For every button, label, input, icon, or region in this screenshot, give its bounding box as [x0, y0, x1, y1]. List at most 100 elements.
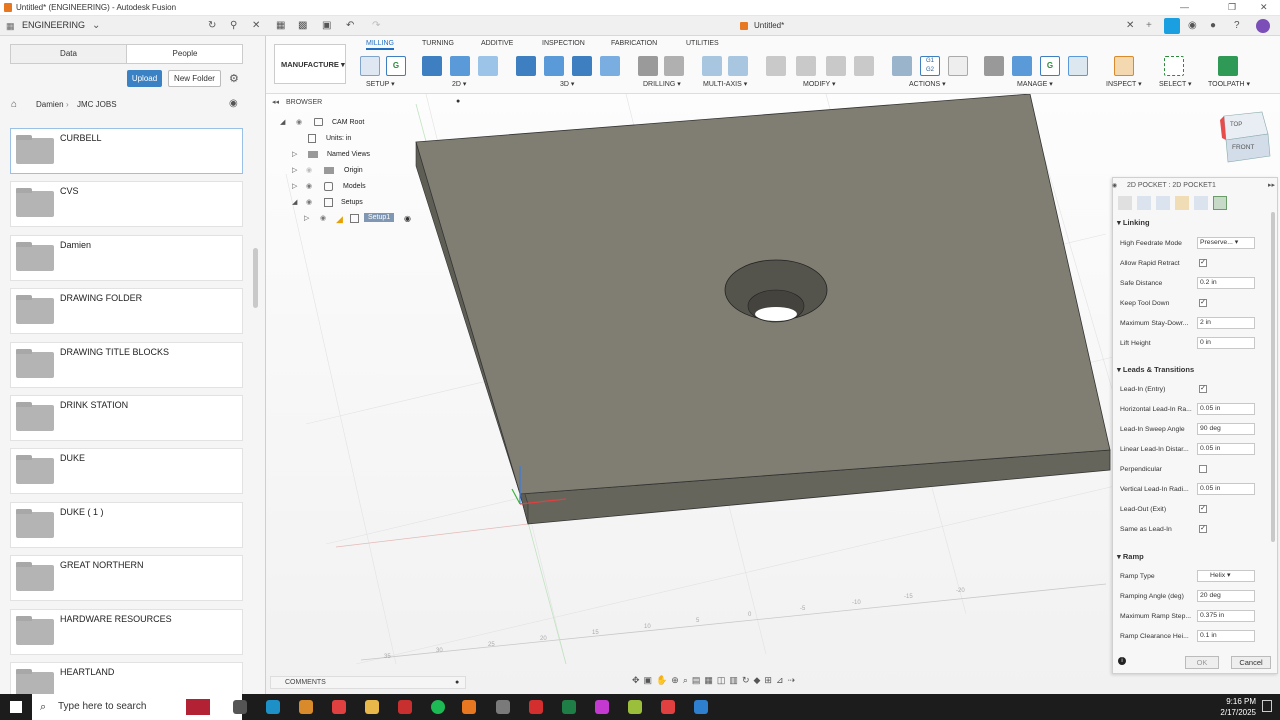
help-icon[interactable]: ? — [1234, 20, 1240, 31]
expand-toggle-icon[interactable]: ◢ — [280, 118, 285, 126]
tab-turning[interactable]: TURNING — [422, 40, 454, 47]
file-explorer-icon[interactable] — [365, 700, 379, 714]
group-2d[interactable]: 2D ▾ — [452, 80, 466, 88]
gear-icon[interactable]: ⚙ — [229, 72, 239, 85]
expand-toggle-icon[interactable]: ▷ — [292, 182, 297, 190]
section-icon[interactable]: ▥ — [729, 675, 742, 685]
app-icon[interactable] — [398, 700, 412, 714]
close-panel-icon[interactable]: ✕ — [252, 20, 260, 31]
section-linking[interactable]: ▾ Linking — [1117, 218, 1150, 227]
post-process-icon[interactable]: G1 G2 — [920, 56, 940, 76]
folder-list-scrollbar[interactable] — [253, 248, 258, 308]
expand-toggle-icon[interactable]: ◢ — [292, 198, 297, 206]
group-3d[interactable]: 3D ▾ — [560, 80, 574, 88]
section-leads-transitions[interactable]: ▾ Leads & Transitions — [1117, 365, 1194, 374]
save-icon[interactable]: ▣ — [322, 20, 331, 31]
close-icon[interactable]: ✕ — [1260, 2, 1268, 13]
adaptive-2d-icon[interactable] — [450, 56, 470, 76]
folder-item[interactable]: DRAWING TITLE BLOCKS — [10, 341, 243, 388]
folder-item[interactable]: CURBELL — [10, 128, 243, 174]
expand-toggle-icon[interactable]: ▷ — [292, 166, 297, 174]
close-tab-icon[interactable]: ✕ — [1126, 20, 1134, 31]
hole-recognition-icon[interactable] — [664, 56, 684, 76]
tab-inspection[interactable]: INSPECTION — [542, 40, 585, 47]
home-icon[interactable]: ⌂ — [11, 99, 17, 110]
acrobat-icon[interactable] — [529, 700, 543, 714]
group-drilling[interactable]: DRILLING ▾ — [643, 80, 681, 88]
section-ramp[interactable]: ▾ Ramp — [1117, 552, 1144, 561]
redo-icon[interactable]: ↷ — [372, 20, 380, 31]
machine-library-icon[interactable] — [1012, 56, 1032, 76]
allow-rapid-retract-checkbox[interactable]: ✓ — [1199, 259, 1207, 267]
toolpath-display-icon[interactable]: ⇢ — [788, 675, 800, 685]
visibility-icon[interactable]: ◉ — [306, 166, 312, 174]
vertical-lead-in-radius-input[interactable]: 0.05 in — [1197, 483, 1255, 495]
linear-lead-in-distance-input[interactable]: 0.05 in — [1197, 443, 1255, 455]
system-clock[interactable]: 9:16 PM 2/17/2025 — [1220, 696, 1256, 718]
group-multi-axis[interactable]: MULTI-AXIS ▾ — [703, 80, 747, 88]
setup-sheet-icon[interactable] — [948, 56, 968, 76]
document-tab[interactable]: Untitled* — [754, 21, 784, 30]
folder-item[interactable]: DRAWING FOLDER — [10, 288, 243, 335]
apps-grid-icon[interactable]: ▦ — [276, 20, 285, 31]
perpendicular-checkbox[interactable] — [1199, 465, 1207, 473]
folder-item[interactable]: GREAT NORTHERN — [10, 555, 243, 602]
lead-in-checkbox[interactable]: ✓ — [1199, 385, 1207, 393]
dialog-scrollbar[interactable] — [1271, 212, 1275, 542]
folder-item[interactable]: HEARTLAND — [10, 661, 243, 694]
visibility-icon[interactable]: ◉ — [320, 214, 326, 222]
group-inspect[interactable]: INSPECT ▾ — [1106, 80, 1142, 88]
move-icon[interactable] — [854, 56, 874, 76]
app-icon[interactable] — [694, 700, 708, 714]
app-icon[interactable] — [628, 700, 642, 714]
excel-icon[interactable] — [562, 700, 576, 714]
collapse-icon[interactable]: ◂◂ — [272, 98, 279, 106]
chrome-icon[interactable] — [661, 700, 675, 714]
taskbar-search[interactable]: Type here to search — [32, 694, 242, 720]
group-modify[interactable]: MODIFY ▾ — [803, 80, 836, 88]
edge-icon[interactable] — [266, 700, 280, 714]
breadcrumb-damien[interactable]: Damien — [36, 100, 64, 109]
photos-icon[interactable] — [595, 700, 609, 714]
linking-tab-icon[interactable] — [1213, 196, 1227, 210]
pocket-2d-icon[interactable] — [478, 56, 498, 76]
pin-icon[interactable]: ● — [455, 679, 459, 686]
lead-out-checkbox[interactable]: ✓ — [1199, 505, 1207, 513]
folder-item[interactable]: DUKE — [10, 448, 243, 495]
app-icon[interactable] — [496, 700, 510, 714]
tab-milling[interactable]: MILLING — [366, 40, 395, 50]
maximum-stay-down-input[interactable]: 2 in — [1197, 317, 1255, 329]
job-status-icon[interactable] — [1164, 18, 1180, 34]
ramping-angle-input[interactable]: 20 deg — [1197, 590, 1255, 602]
keep-tool-down-checkbox[interactable]: ✓ — [1199, 299, 1207, 307]
extensions-icon[interactable]: ◉ — [1188, 20, 1197, 31]
avatar[interactable] — [1256, 19, 1270, 33]
geometry-tab-icon[interactable] — [1137, 196, 1151, 210]
linking-options-tab-icon[interactable] — [1194, 196, 1208, 210]
modify-tool-icon[interactable] — [766, 56, 786, 76]
fusion-icon[interactable] — [462, 700, 476, 714]
project-settings-icon[interactable]: ◉ — [229, 98, 238, 109]
fit-icon[interactable]: ⌕ — [683, 675, 692, 685]
effects-icon[interactable]: ◆ — [753, 675, 764, 685]
ramp-type-select[interactable]: Helix ▾ — [1197, 570, 1255, 582]
cancel-button[interactable]: Cancel — [1231, 656, 1271, 669]
group-setup[interactable]: SETUP ▾ — [366, 80, 395, 88]
ok-button[interactable]: OK — [1185, 656, 1219, 669]
visibility-icon[interactable]: ◉ — [306, 182, 312, 190]
tool-tab-icon[interactable] — [1118, 196, 1132, 210]
refresh-icon[interactable]: ↻ — [208, 20, 216, 31]
visibility-icon[interactable]: ◉ — [306, 198, 312, 206]
visibility-icon[interactable]: ◉ — [296, 118, 302, 126]
tab-additive[interactable]: ADDITIVE — [481, 40, 513, 47]
expand-toggle-icon[interactable]: ▷ — [292, 150, 297, 158]
grid-icon[interactable]: ▦ — [6, 21, 15, 32]
folder-item[interactable]: Damien — [10, 234, 243, 281]
new-setup-icon[interactable] — [360, 56, 380, 76]
look-at-icon[interactable]: ▣ — [644, 675, 657, 685]
pocket-3d-icon[interactable] — [544, 56, 564, 76]
comments-bar[interactable]: COMMENTS ● — [270, 676, 466, 689]
group-actions[interactable]: ACTIONS ▾ — [909, 80, 946, 88]
folder-item[interactable]: DUKE ( 1 ) — [10, 501, 243, 548]
restore-icon[interactable]: ❐ — [1228, 2, 1236, 13]
